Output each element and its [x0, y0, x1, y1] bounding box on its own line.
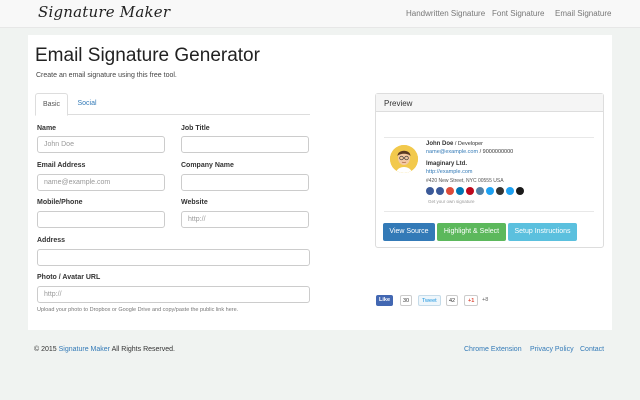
linkedin-icon[interactable] [456, 187, 464, 195]
github-icon[interactable] [496, 187, 504, 195]
footer-chrome-extension-link[interactable]: Chrome Extension [464, 346, 522, 353]
name-label: Name [37, 125, 57, 132]
footer-copyright: © 2015 Signature Maker All Rights Reserv… [34, 346, 175, 353]
highlight-select-button[interactable]: Highlight & Select [437, 223, 506, 241]
nav-email-signature[interactable]: Email Signature [555, 9, 611, 18]
email-label: Email Address [37, 162, 86, 169]
facebook-square-icon[interactable] [436, 187, 444, 195]
tweet-button[interactable]: Tweet [418, 295, 441, 306]
google-plus-button[interactable]: +1 [464, 295, 479, 306]
signature-phone: / 9000000000 [478, 149, 514, 155]
nav-font-signature[interactable]: Font Signature [492, 9, 544, 18]
top-navbar: Signature Maker Handwritten Signature Fo… [0, 0, 640, 28]
copyright-suffix: All Rights Reserved. [111, 346, 175, 353]
company-input[interactable] [181, 174, 309, 191]
signature-company: Imaginary Ltd. [426, 161, 468, 167]
form-tabs: Basic Social [35, 93, 310, 116]
page-subtitle: Create an email signature using this fre… [36, 72, 177, 79]
page-title: Email Signature Generator [35, 45, 260, 66]
job-title-label: Job Title [181, 125, 210, 132]
job-title-input[interactable] [181, 136, 309, 153]
signature-bottom-rule [384, 211, 594, 212]
mobile-input[interactable] [37, 211, 165, 228]
tab-social[interactable]: Social [68, 93, 106, 115]
avatar [390, 145, 418, 173]
footer-contact-link[interactable]: Contact [580, 346, 604, 353]
facebook-like-count: 30 [400, 295, 413, 306]
photo-url-input[interactable]: http:// [37, 286, 310, 303]
signature-name: John Doe [426, 141, 454, 147]
company-label: Company Name [181, 162, 234, 169]
signature-contact-line: name@example.com / 9000000000 [426, 149, 513, 155]
tweet-count: 42 [446, 295, 459, 306]
footer-brand-link[interactable]: Signature Maker [59, 346, 110, 353]
facebook-icon[interactable] [426, 187, 434, 195]
photo-help-text: Upload your photo to Dropbox or Google D… [37, 307, 239, 313]
signature-website-link[interactable]: http://example.com [426, 169, 472, 175]
setup-instructions-button[interactable]: Setup Instructions [508, 223, 577, 241]
signature-job: / Developer [453, 141, 483, 147]
pinterest-icon[interactable] [466, 187, 474, 195]
main-container: Email Signature Generator Create an emai… [28, 35, 612, 330]
preview-panel: Preview John Doe / Developer name@exampl… [375, 93, 604, 248]
footer-privacy-policy-link[interactable]: Privacy Policy [530, 346, 574, 353]
email-input[interactable]: name@example.com [37, 174, 165, 191]
website-input[interactable]: http:// [181, 211, 309, 228]
twitter-icon[interactable] [486, 187, 494, 195]
signature-top-rule [384, 137, 594, 138]
vimeo-icon[interactable] [506, 187, 514, 195]
address-input[interactable] [37, 249, 310, 266]
name-input[interactable]: John Doe [37, 136, 165, 153]
nav-handwritten-signature[interactable]: Handwritten Signature [406, 9, 485, 18]
avatar-illustration [390, 145, 418, 173]
signature-credit[interactable]: Get your own signature [428, 199, 475, 204]
brand-logo[interactable]: Signature Maker [38, 3, 170, 21]
google-plus-icon[interactable] [446, 187, 454, 195]
copyright-prefix: © 2015 [34, 346, 57, 353]
preview-heading: Preview [376, 94, 603, 112]
tab-basic[interactable]: Basic [35, 93, 68, 116]
google-plus-count: +8 [482, 297, 489, 303]
instagram-icon[interactable] [476, 187, 484, 195]
wordpress-icon[interactable] [516, 187, 524, 195]
mobile-label: Mobile/Phone [37, 199, 83, 206]
view-source-button[interactable]: View Source [383, 223, 435, 241]
signature-name-line: John Doe / Developer [426, 141, 483, 147]
facebook-like-button[interactable]: Like [376, 295, 394, 306]
signature-address: #420 New Street, NYC 00555 USA [426, 178, 504, 184]
photo-url-label: Photo / Avatar URL [37, 274, 101, 281]
address-label: Address [37, 237, 66, 244]
signature-email-link[interactable]: name@example.com [426, 149, 478, 155]
website-label: Website [181, 199, 208, 206]
